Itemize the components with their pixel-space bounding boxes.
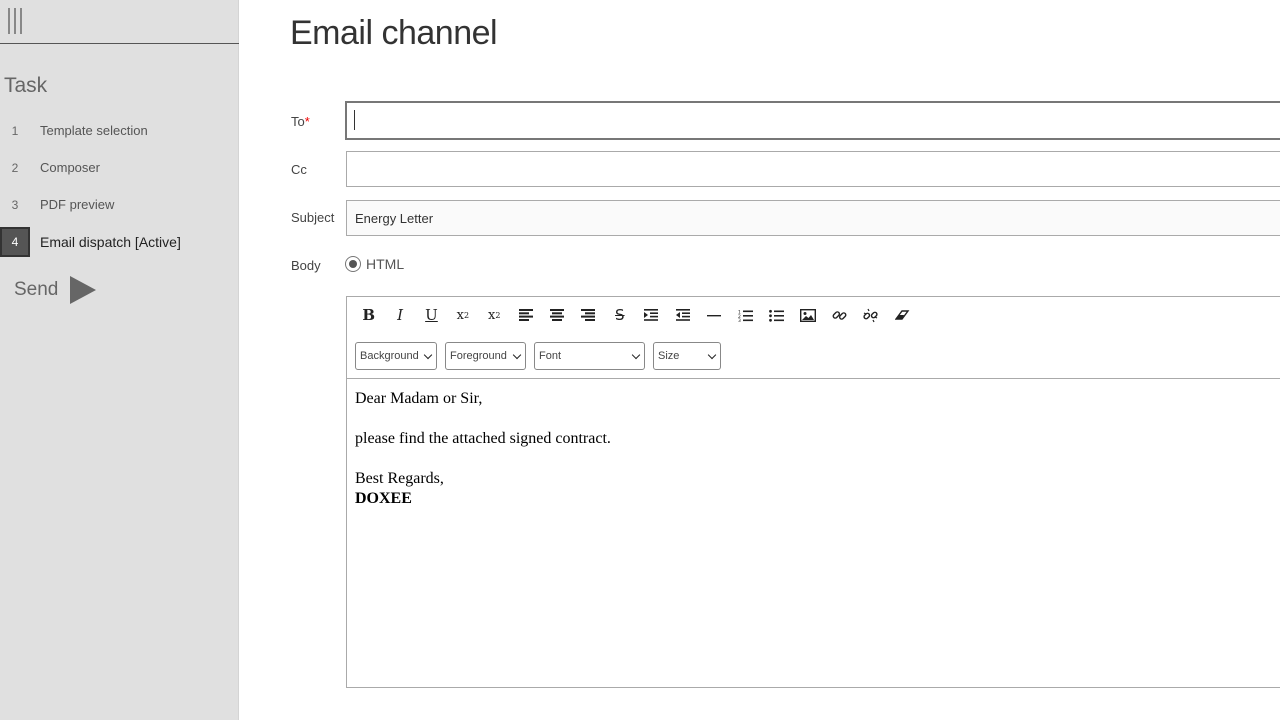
foreground-select[interactable]: Foreground — [445, 342, 526, 370]
bold-icon[interactable]: B — [353, 303, 384, 327]
step-number: 1 — [11, 123, 19, 138]
send-button[interactable]: Send — [14, 276, 97, 304]
html-radio[interactable]: HTML — [345, 256, 404, 272]
step-pdf-preview[interactable]: 3 PDF preview — [0, 186, 239, 223]
greeting-line: Dear Madam or Sir, — [355, 390, 483, 407]
align-right-icon[interactable] — [573, 303, 604, 327]
step-list: 1 Template selection 2 Composer 3 PDF pr… — [0, 112, 239, 260]
outdent-icon[interactable] — [667, 303, 698, 327]
align-left-icon[interactable] — [510, 303, 541, 327]
strikethrough-icon[interactable]: S — [604, 303, 635, 327]
editor-toolbar: B I U x2 x2 S 123 Background Foreground … — [347, 297, 1280, 379]
align-center-icon[interactable] — [541, 303, 572, 327]
subject-label: Subject — [291, 210, 335, 225]
ordered-list-icon[interactable]: 123 — [730, 303, 761, 327]
background-select[interactable]: Background — [355, 342, 437, 370]
horizontal-rule-icon[interactable] — [698, 303, 729, 327]
eraser-icon[interactable] — [887, 303, 918, 327]
cc-field[interactable] — [346, 151, 1280, 187]
chevron-down-icon — [631, 350, 641, 359]
closing-line: Best Regards, — [355, 470, 444, 487]
size-select-label: Size — [658, 350, 680, 362]
chevron-down-icon — [423, 350, 433, 359]
sidebar: Task 1 Template selection 2 Composer 3 P… — [0, 0, 239, 720]
subscript-icon[interactable]: x2 — [447, 303, 478, 327]
send-label: Send — [14, 279, 59, 300]
required-marker: * — [304, 114, 310, 129]
sidebar-header — [0, 0, 239, 44]
subject-field[interactable] — [346, 200, 1280, 236]
superscript-icon[interactable]: x2 — [479, 303, 510, 327]
foreground-select-label: Foreground — [450, 350, 507, 362]
indent-icon[interactable] — [636, 303, 667, 327]
task-title: Task — [4, 74, 48, 97]
editor-content[interactable]: Dear Madam or Sir, please find the attac… — [355, 389, 611, 509]
step-email-dispatch[interactable]: 4 Email dispatch [Active] — [0, 223, 239, 260]
signature-line: DOXEE — [355, 490, 412, 507]
chevron-down-icon — [512, 350, 522, 359]
cc-label: Cc — [291, 162, 307, 177]
page-title: Email channel — [290, 14, 498, 52]
font-select-label: Font — [539, 350, 562, 362]
rich-text-editor: B I U x2 x2 S 123 Background Foreground … — [346, 296, 1280, 688]
chevron-down-icon — [707, 350, 717, 359]
step-template-selection[interactable]: 1 Template selection — [0, 112, 239, 149]
step-number: 2 — [11, 160, 19, 175]
text-cursor — [354, 110, 355, 130]
play-arrow-icon — [70, 276, 97, 304]
size-select[interactable]: Size — [653, 342, 721, 370]
unordered-list-icon[interactable] — [761, 303, 792, 327]
radio-selected-icon[interactable] — [345, 256, 361, 272]
to-label: To* — [291, 114, 310, 129]
body-line: please find the attached signed contract… — [355, 430, 611, 447]
step-label: PDF preview — [40, 197, 115, 212]
step-label: Composer — [40, 160, 100, 175]
font-select[interactable]: Font — [534, 342, 645, 370]
italic-icon[interactable]: I — [384, 303, 415, 327]
step-number: 4 — [0, 226, 30, 257]
background-select-label: Background — [360, 350, 419, 362]
step-number: 3 — [11, 197, 19, 212]
link-icon[interactable] — [824, 303, 855, 327]
svg-text:3: 3 — [738, 318, 741, 322]
step-label: Template selection — [40, 123, 148, 138]
html-radio-label: HTML — [366, 256, 405, 272]
to-field[interactable] — [345, 101, 1280, 140]
unlink-icon[interactable] — [855, 303, 886, 327]
underline-icon[interactable]: U — [416, 303, 447, 327]
body-label: Body — [291, 258, 321, 273]
step-label: Email dispatch [Active] — [40, 233, 181, 250]
step-composer[interactable]: 2 Composer — [0, 149, 239, 186]
image-icon[interactable] — [792, 303, 823, 327]
menu-icon[interactable] — [8, 8, 24, 34]
